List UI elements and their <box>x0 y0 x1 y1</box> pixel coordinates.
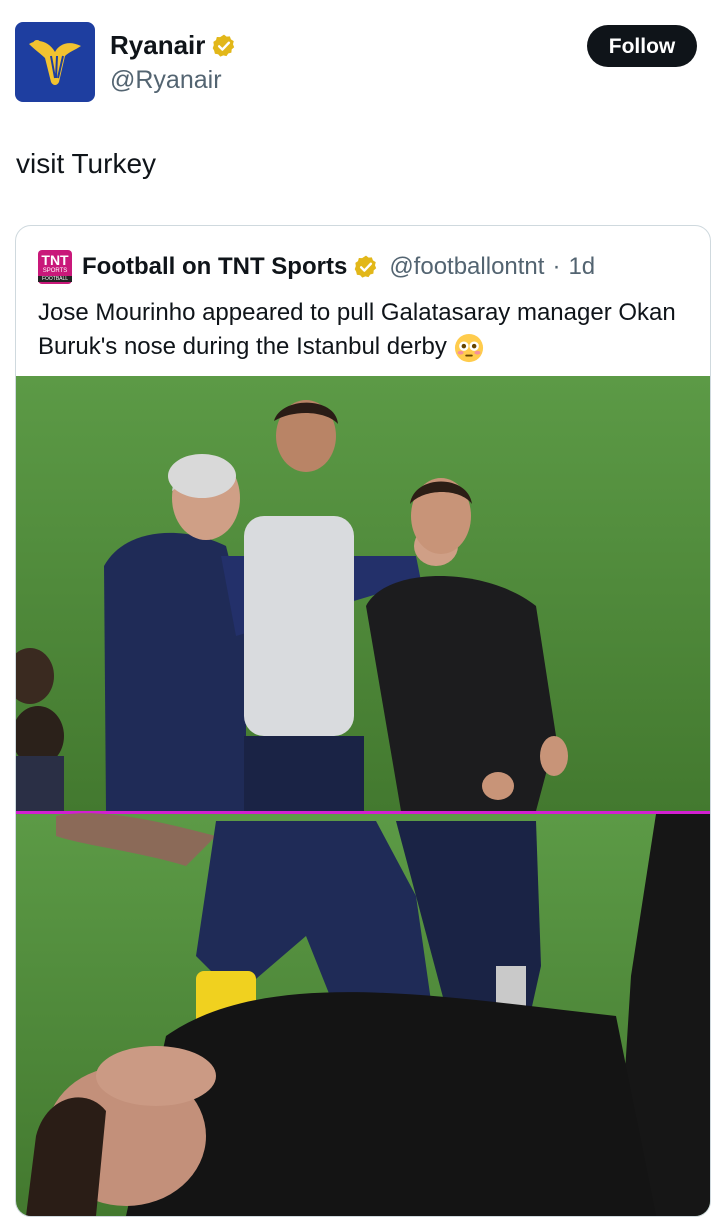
quoted-tweet-card[interactable]: TNT SPORTS FOOTBALL Football on TNT Spor… <box>15 225 711 1217</box>
tweet-header: Ryanair @Ryanair Follow <box>0 0 726 120</box>
logo-text: TNT <box>41 252 69 268</box>
football-photo <box>16 376 710 1216</box>
quoted-author-handle[interactable]: @footballontnt <box>389 253 544 281</box>
quoted-author-name[interactable]: Football on TNT Sports <box>82 253 347 281</box>
author-name-row[interactable]: Ryanair <box>110 30 237 61</box>
quoted-media-image[interactable] <box>16 376 710 1216</box>
quoted-tweet-body: Jose Mourinho appeared to pull Galatasar… <box>38 299 676 360</box>
quoted-tweet-header: TNT SPORTS FOOTBALL Football on TNT Spor… <box>38 250 595 284</box>
verified-badge-icon <box>355 255 377 278</box>
ryanair-harp-icon <box>29 40 81 85</box>
logo-subtext: SPORTS <box>42 268 68 274</box>
flushed-face-emoji-icon <box>454 333 483 362</box>
author-handle[interactable]: @Ryanair <box>110 66 222 95</box>
verified-badge-icon <box>213 34 235 57</box>
quoted-tweet-text: Jose Mourinho appeared to pull Galatasar… <box>38 296 698 364</box>
logo-footer: FOOTBALL <box>38 276 72 282</box>
tnt-sports-logo: TNT SPORTS FOOTBALL <box>38 250 72 284</box>
avatar[interactable] <box>15 22 95 102</box>
quoted-timestamp[interactable]: 1d <box>568 253 595 281</box>
follow-button[interactable]: Follow <box>587 25 697 67</box>
tweet-text: visit Turkey <box>16 148 157 179</box>
author-name[interactable]: Ryanair <box>110 30 205 61</box>
dot-separator: · <box>552 253 561 280</box>
